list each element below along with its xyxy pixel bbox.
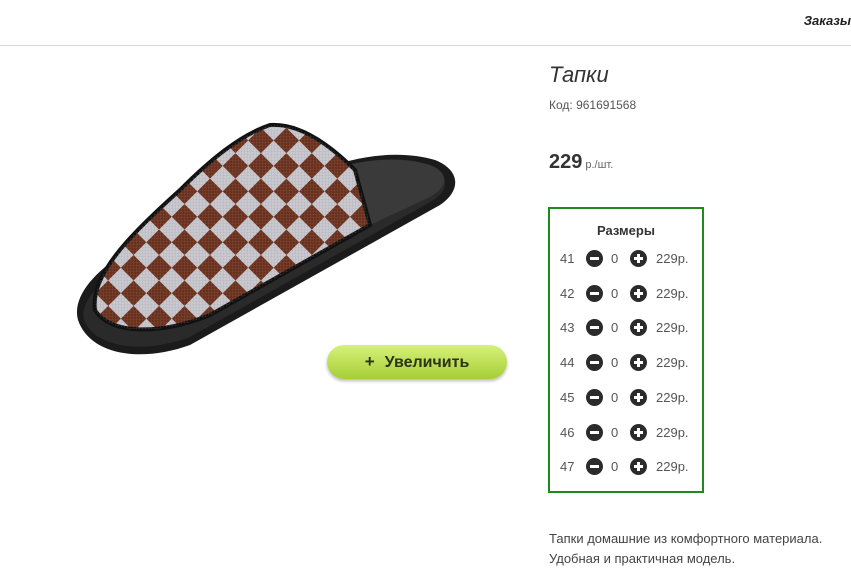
sizes-title: Размеры [597, 223, 655, 238]
top-bar: Заказы [0, 0, 851, 46]
plus-icon-v [637, 462, 640, 472]
plus-icon-v [637, 288, 640, 298]
minus-icon [590, 291, 599, 295]
decrease-quantity-button[interactable] [586, 423, 603, 441]
orders-link[interactable]: Заказы [804, 13, 851, 28]
quantity-value: 0 [611, 251, 619, 266]
price-value: 229 [549, 151, 583, 173]
decrease-quantity-button[interactable] [586, 319, 603, 337]
product-image[interactable] [70, 115, 465, 365]
size-row: 45 0 229р. [550, 388, 702, 408]
quantity-value: 0 [611, 389, 619, 405]
price-unit: р./шт. [585, 159, 614, 171]
product-code: Код: 961691568 [549, 98, 637, 112]
zoom-button[interactable]: + Увеличить [327, 345, 507, 379]
increase-quantity-button[interactable] [630, 388, 647, 406]
size-row: 44 0 229р. [550, 353, 702, 373]
minus-icon [590, 430, 599, 434]
zoom-button-label: Увеличить [384, 354, 470, 371]
plus-icon-v [637, 323, 640, 333]
size-number: 44 [560, 355, 575, 371]
product-price: 229 р./шт. [549, 151, 613, 174]
plus-icon-v [637, 427, 640, 437]
slipper-image [76, 122, 456, 355]
increase-quantity-button[interactable] [630, 250, 647, 267]
quantity-value: 0 [611, 285, 619, 301]
size-row: 42 0 229р. [550, 284, 702, 304]
minus-icon [590, 257, 599, 260]
sizes-panel: Размеры 41 0 229р. 42 0 229р. 43 0 229р. 44 0 229р.… [548, 207, 704, 493]
decrease-quantity-button[interactable] [586, 354, 603, 372]
size-price: 229р. [656, 389, 689, 405]
size-price: 229р. [656, 285, 689, 301]
size-number: 41 [560, 251, 575, 266]
quantity-value: 0 [611, 424, 619, 440]
plus-icon: + [364, 352, 375, 371]
increase-quantity-button[interactable] [630, 319, 647, 337]
description-line: Удобная и практичная модель. [549, 551, 736, 566]
increase-quantity-button[interactable] [630, 458, 647, 476]
description-line: Тапки домашние из комфортного материала. [549, 531, 823, 546]
increase-quantity-button[interactable] [630, 423, 647, 441]
product-title: Тапки [549, 62, 609, 87]
size-row: 47 0 229р. [550, 457, 702, 477]
size-price: 229р. [656, 459, 689, 475]
size-number: 45 [560, 389, 575, 405]
minus-icon [590, 361, 599, 365]
quantity-value: 0 [611, 459, 619, 475]
size-price: 229р. [656, 355, 689, 371]
increase-quantity-button[interactable] [630, 354, 647, 372]
size-row: 46 0 229р. [550, 423, 702, 443]
minus-icon [590, 395, 599, 399]
size-price: 229р. [656, 320, 689, 336]
size-number: 47 [560, 459, 575, 475]
quantity-value: 0 [611, 355, 619, 371]
plus-icon-v [637, 254, 640, 263]
minus-icon [590, 326, 599, 330]
minus-icon [590, 465, 599, 469]
decrease-quantity-button[interactable] [586, 284, 603, 302]
size-number: 43 [560, 320, 575, 336]
size-price: 229р. [656, 251, 689, 266]
plus-icon-v [637, 358, 640, 368]
decrease-quantity-button[interactable] [586, 250, 603, 267]
decrease-quantity-button[interactable] [586, 388, 603, 406]
decrease-quantity-button[interactable] [586, 458, 603, 476]
size-price: 229р. [656, 424, 689, 440]
size-number: 46 [560, 424, 575, 440]
size-row: 43 0 229р. [550, 318, 702, 338]
increase-quantity-button[interactable] [630, 284, 647, 302]
size-row: 41 0 229р. [550, 249, 702, 269]
product-description: Тапки домашние из комфортного материала.… [549, 529, 849, 569]
size-number: 42 [560, 285, 575, 301]
plus-icon-v [637, 392, 640, 402]
quantity-value: 0 [611, 320, 619, 336]
